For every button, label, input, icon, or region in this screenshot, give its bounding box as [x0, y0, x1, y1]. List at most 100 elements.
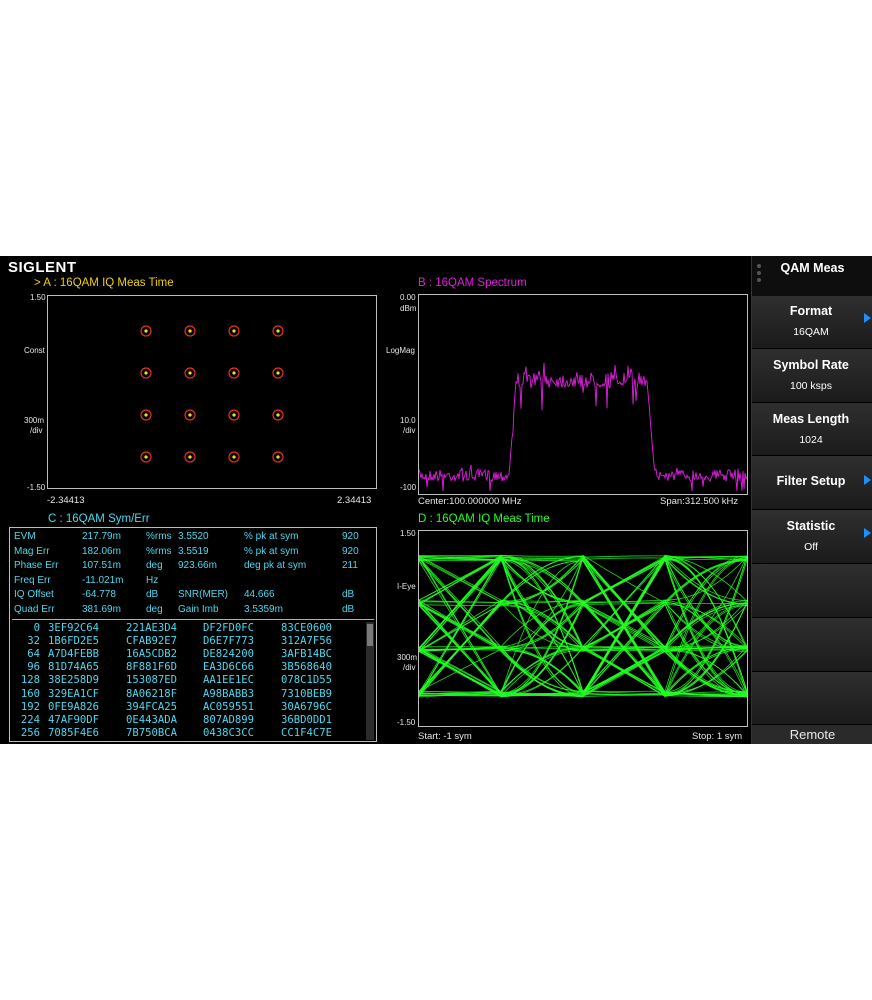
panel-c-title[interactable]: C : 16QAM Sym/Err	[48, 513, 150, 525]
stat-cell: % pk at sym	[244, 531, 299, 542]
panel-d-y-top: 1.50	[400, 529, 416, 538]
stat-cell: 211	[342, 560, 358, 571]
constellation-point	[228, 325, 240, 337]
panel-b-title[interactable]: B : 16QAM Spectrum	[418, 277, 527, 289]
stat-cell: Mag Err	[14, 545, 50, 557]
symbol-word: DE824200	[203, 648, 255, 661]
symbol-word: 47AF90DF	[48, 713, 100, 726]
symbol-word: AA1EE1EC	[203, 674, 255, 687]
symbol-word: EA3D6C66	[203, 661, 255, 674]
symbol-scrollbar[interactable]	[366, 622, 374, 740]
statistic-value: Off	[804, 541, 818, 553]
symbol-word: 807AD899	[203, 713, 255, 726]
filter-setup-softkey[interactable]: Filter Setup	[752, 456, 872, 510]
stat-cell: 923.66m	[178, 560, 217, 571]
stat-cell: Hz	[146, 574, 159, 586]
panel-b-y-scale: 10.0	[400, 416, 416, 425]
filter-setup-label: Filter Setup	[776, 474, 846, 488]
symbol-word: 8A06218F	[126, 687, 178, 700]
chevron-right-icon	[864, 528, 871, 538]
stat-cell: IQ Offset	[14, 589, 54, 600]
panel-c-symbol-error-table[interactable]: EVM 217.79m %rms 3.5520 % pk at sym 920 Mag Er…	[9, 527, 377, 742]
stat-cell: -11.021m	[82, 574, 124, 586]
statistic-softkey[interactable]: Statistic Off	[752, 510, 872, 564]
panel-a-title[interactable]: > A : 16QAM IQ Meas Time	[34, 277, 174, 289]
symbol-word: 8F881F6D	[126, 661, 178, 674]
symbol-word: 153087ED	[126, 674, 178, 687]
symbol-word: 221AE3D4	[126, 622, 178, 634]
constellation-point	[272, 451, 284, 463]
format-value: 16QAM	[793, 326, 829, 338]
constellation-point	[272, 409, 284, 421]
empty-softkey[interactable]	[752, 618, 872, 672]
stat-cell: Freq Err	[14, 574, 51, 586]
constellation-point	[228, 451, 240, 463]
symbol-word: 3EF92C64	[48, 622, 100, 634]
stat-cell: 44.666	[244, 589, 275, 600]
symbol-index: 224	[20, 713, 40, 726]
stat-cell: 3.5520	[178, 531, 209, 542]
panel-b-y-scale-unit: /div	[403, 426, 416, 435]
constellation-point	[140, 325, 152, 337]
empty-softkey[interactable]	[752, 564, 872, 618]
panel-d-eye-diagram[interactable]	[418, 530, 748, 727]
statistic-label: Statistic	[786, 519, 836, 533]
stat-cell: % pk at sym	[244, 545, 299, 557]
symbol-word: 7085F4E6	[48, 726, 100, 739]
constellation-point	[272, 367, 284, 379]
symbol-word: 0438C3CC	[203, 726, 255, 739]
stat-cell: Gain Imb	[178, 603, 219, 615]
constellation-svg	[140, 325, 284, 463]
symbol-table: 0 3EF92C64 221AE3D4 DF2FD0FC 83CE0600 32 1B6FD…	[10, 620, 362, 741]
symbol-word: 7B750BCA	[126, 726, 178, 739]
stat-cell: SNR(MER)	[178, 589, 228, 600]
symbol-word: 078C1D55	[281, 674, 333, 687]
stat-cell: Phase Err	[14, 560, 59, 571]
symbol-index: 96	[27, 661, 40, 674]
softkey-menu: QAM Meas Format 16QAM Symbol Rate 100 ks…	[751, 256, 872, 744]
symbol-word: 81D74A65	[48, 661, 100, 674]
symbol-word: 0E443ADA	[126, 713, 178, 726]
constellation-point	[228, 367, 240, 379]
scrollbar-thumb[interactable]	[367, 624, 373, 646]
empty-softkey[interactable]	[752, 672, 872, 725]
symbol-word: CC1F4C7E	[281, 726, 333, 739]
symbol-word: 38E258D9	[48, 674, 100, 687]
symbol-word: A98BABB3	[203, 687, 255, 700]
stat-cell: dB	[146, 589, 159, 600]
stat-cell: 920	[342, 531, 359, 542]
stat-cell: -64.778	[82, 589, 116, 600]
stat-cell: dB	[342, 589, 355, 600]
stat-cell: dB	[342, 603, 355, 615]
symbol-index: 128	[20, 674, 40, 687]
stat-cell: Quad Err	[14, 603, 55, 615]
stat-cell: 3.5519	[178, 545, 209, 557]
symbol-word: 394FCA25	[126, 700, 178, 713]
panel-a-constellation-plot[interactable]	[47, 295, 377, 489]
symbol-index: 192	[20, 700, 40, 713]
panel-d-y-mode: I-Eye	[397, 582, 416, 591]
panel-a-y-bottom: -1.50	[27, 483, 46, 492]
panel-d-y-bottom: -1.50	[397, 718, 416, 727]
panel-b-spectrum-plot[interactable]	[418, 294, 748, 495]
chevron-right-icon	[864, 475, 871, 485]
symbol-word: CFAB92E7	[126, 635, 178, 648]
meas-length-softkey[interactable]: Meas Length 1024	[752, 403, 872, 456]
meas-length-value: 1024	[799, 434, 823, 446]
symbol-index: 32	[27, 635, 40, 648]
format-softkey[interactable]: Format 16QAM	[752, 296, 872, 349]
panel-d-y-scale-unit: /div	[403, 663, 416, 672]
stat-cell: %rms	[146, 545, 172, 557]
panel-d-stop: Stop: 1 sym	[692, 731, 743, 742]
stat-cell: deg	[146, 560, 163, 571]
panel-d-title[interactable]: D : 16QAM IQ Meas Time	[418, 513, 550, 525]
panel-b-y-unit: dBm	[400, 304, 417, 313]
symbol-rate-softkey[interactable]: Symbol Rate 100 ksps	[752, 349, 872, 403]
stat-cell: %rms	[146, 531, 172, 542]
symbol-word: 329EA1CF	[48, 687, 100, 700]
panel-b-y-bottom: -100	[400, 483, 417, 492]
constellation-point	[184, 367, 196, 379]
stat-cell: 920	[342, 545, 359, 557]
symbol-word: 16A5CDB2	[126, 648, 178, 661]
panel-a-y-top: 1.50	[30, 293, 46, 302]
